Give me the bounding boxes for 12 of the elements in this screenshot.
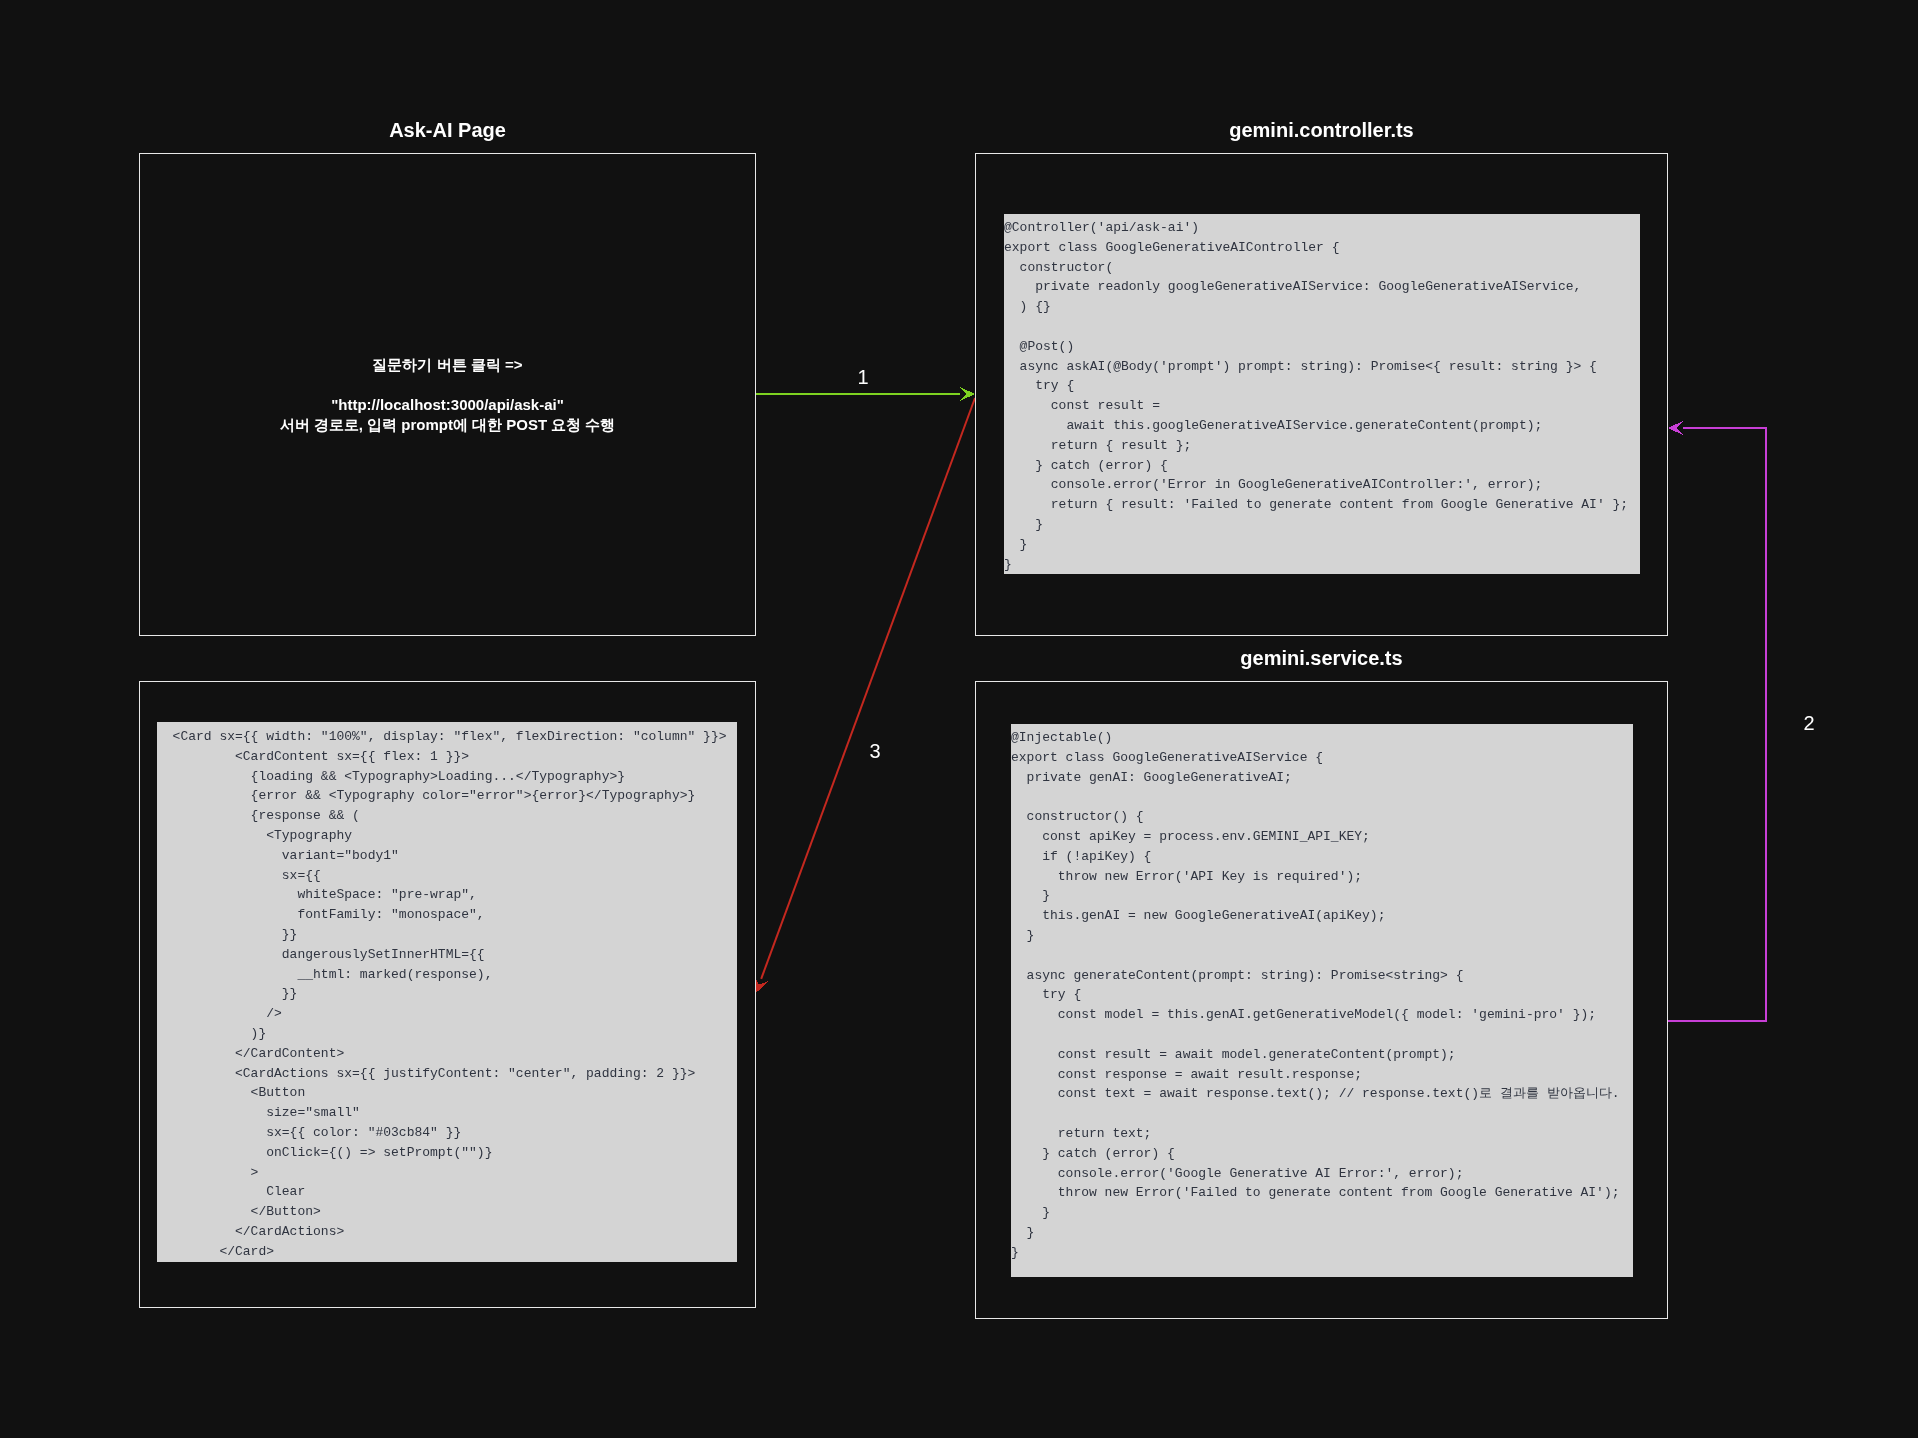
code-text: <Card sx={{ width: "100%", display: "flex", flexDirection: "column" }}> <CardContent sx={{ flex: 1 }}> {loading && <Typography>Loading...</Typography>} {error && <Typography color="error">{error}</Typography>} {response && ( <Typography variant="body1" sx={{ whiteSpace: "pre-wrap", fontFamily: "monospace", }} dangerouslySetInnerHTML={{ __html: marked(response), }} /> )} </CardContent> <CardActions sx={{ justifyContent: "center", padding: 2 }}> <Button size="small" sx={{ color: "#03cb84" }} onClick={() => setPrompt("")} > Clear </Button> </CardActions> </Card> — [171, 728, 728, 1261]
code-text: @Injectable() export class GoogleGenerativeAIService { private genAI: GoogleGenerativeAI; constructor() { const apiKey = process.env.GEMINI_API_KEY; if (!apiKey) { throw new Error('API Key is required'); } this.genAI = new GoogleGenerativeAI(apiKey); } async generateContent(prompt: string): Promise<string> { try { const model = this.genAI.getGenerativeModel({ model: 'gemini-pro' }); const result = await model.generateContent(prompt); const response = await result.response; const text = await response.text(); // response.text()로 결과를 받아옵니다. return text; } catch (error) { console.error('Google Generative AI Error:', error); throw new Error('Failed to generate content from Google Generative AI'); } } } — [1011, 729, 1621, 1262]
description-text: 질문하기 버튼 클릭 => — [372, 354, 523, 375]
description-text: "http://localhost:3000/api/ask-ai" — [331, 394, 564, 415]
node-title: gemini.controller.ts — [1229, 119, 1414, 142]
node-title: Ask-AI Page — [389, 119, 506, 142]
arrow-label: 2 — [1803, 711, 1815, 735]
arrow-label: 3 — [869, 739, 881, 763]
code-text: @Controller('api/ask-ai') export class GoogleGenerativeAIController { constructor( private readonly googleGenerativeAIService: GoogleGenerativeAIService, ) {} @Post() async askAI(@Body('prompt') prompt: string): Promise<{ result: string }> { try { const result = await this.googleGenerativeAIService.generateContent(prompt); return { result }; } catch (error) { console.error('Error in GoogleGenerativeAIController:', error); return { result: 'Failed to generate content from Google Generative AI' }; } } } — [1004, 219, 1630, 574]
description-text: 서버 경로로, 입력 prompt에 대한 POST 요청 수행 — [279, 414, 616, 435]
arrow-label: 1 — [857, 365, 869, 389]
node-title: gemini.service.ts — [1240, 647, 1403, 670]
